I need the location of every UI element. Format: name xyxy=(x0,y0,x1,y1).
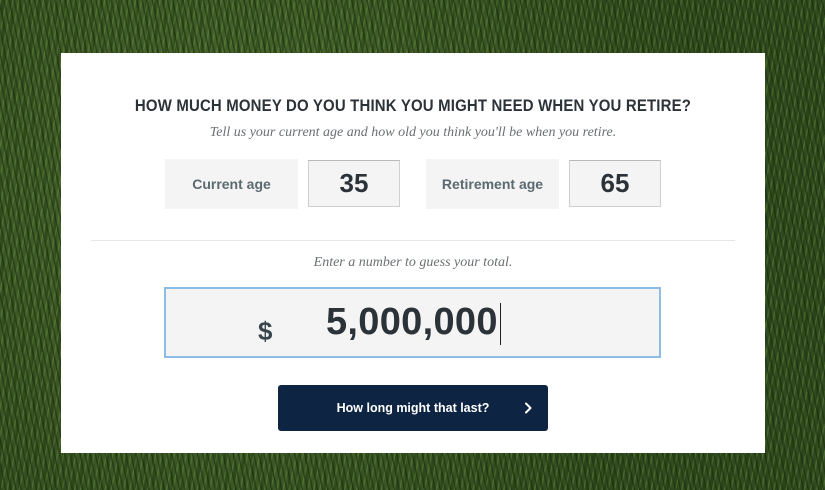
text-caret xyxy=(500,303,501,345)
button-label: How long might that last? xyxy=(336,401,490,415)
total-hint: Enter a number to guess your total. xyxy=(313,255,513,270)
current-age-input[interactable] xyxy=(308,160,400,207)
currency-symbol: $ xyxy=(258,316,273,346)
calculator-subtitle: Tell us your current age and how old you… xyxy=(209,125,617,140)
current-age-label: Current age xyxy=(165,159,298,209)
retirement-calculator-card: HOW MUCH MONEY DO YOU THINK YOU MIGHT NE… xyxy=(61,53,765,453)
total-amount-value[interactable]: 5,000,000 xyxy=(326,301,498,344)
chevron-right-icon xyxy=(525,402,532,414)
section-divider xyxy=(91,240,735,241)
calculator-title: HOW MUCH MONEY DO YOU THINK YOU MIGHT NE… xyxy=(134,96,692,115)
how-long-might-that-last-button[interactable]: How long might that last? xyxy=(278,385,548,431)
total-amount-input[interactable]: $ 5,000,000 xyxy=(164,287,661,358)
retirement-age-input[interactable] xyxy=(569,160,661,207)
retirement-age-label: Retirement age xyxy=(426,159,559,209)
